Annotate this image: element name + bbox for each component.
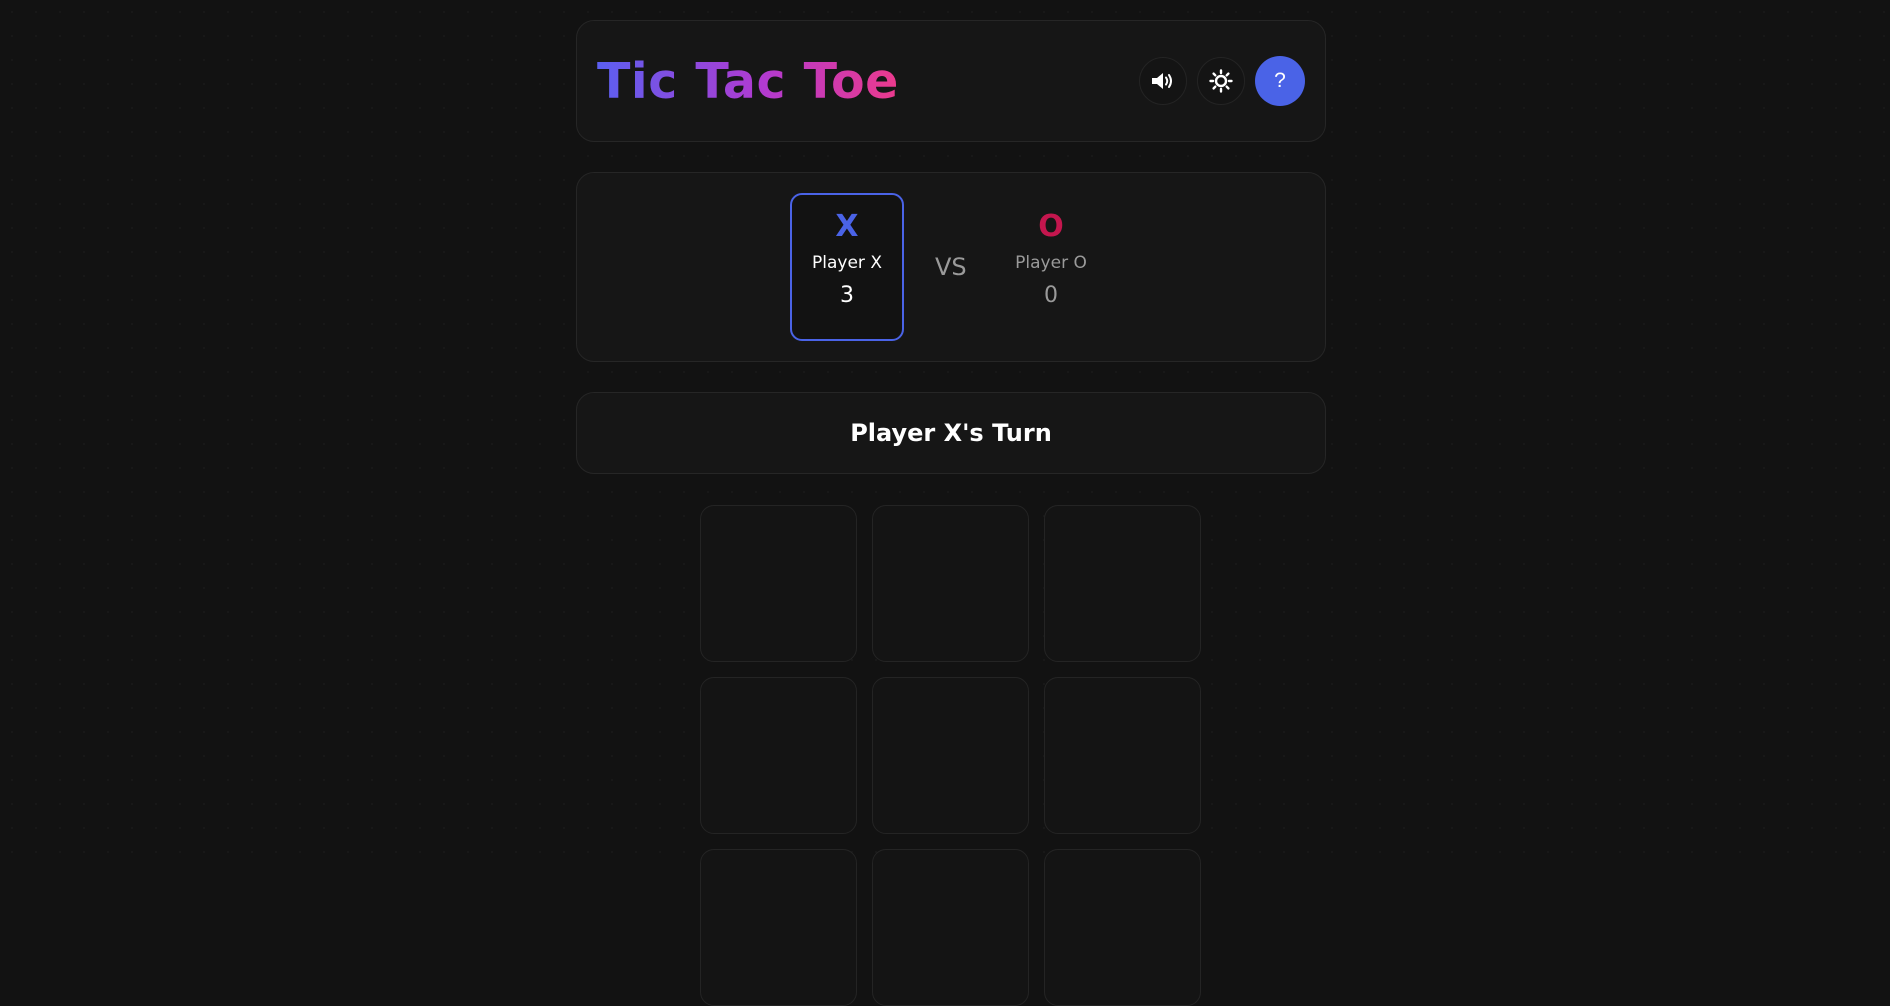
board-cell-1[interactable]: [700, 505, 857, 662]
board-cell-7[interactable]: [700, 849, 857, 1006]
board-cell-6[interactable]: [1044, 677, 1201, 834]
help-button[interactable]: ?: [1255, 56, 1305, 106]
player-o-score-card: O Player O 0: [994, 193, 1108, 341]
game-title: Tic Tac Toe: [597, 52, 899, 110]
game-container: Tic Tac Toe ? X Player X 3 VS O Player O…: [576, 20, 1326, 474]
player-x-score: 3: [840, 283, 854, 308]
board-cell-5[interactable]: [872, 677, 1029, 834]
player-x-score-card: X Player X 3: [790, 193, 904, 341]
versus-label: VS: [935, 253, 967, 281]
header-panel: Tic Tac Toe ?: [576, 20, 1326, 142]
player-x-symbol: X: [835, 209, 859, 244]
board-cell-3[interactable]: [1044, 505, 1201, 662]
speaker-volume-icon: [1152, 73, 1172, 89]
board-cell-8[interactable]: [872, 849, 1029, 1006]
board-cell-2[interactable]: [872, 505, 1029, 662]
game-board: [700, 505, 1201, 1006]
player-o-symbol: O: [1038, 209, 1064, 244]
board-cell-4[interactable]: [700, 677, 857, 834]
sun-icon: [1209, 69, 1233, 93]
theme-toggle-button[interactable]: [1197, 57, 1245, 105]
player-x-name: Player X: [812, 253, 882, 273]
scoreboard-panel: X Player X 3 VS O Player O 0: [576, 172, 1326, 362]
header-controls: ?: [1139, 56, 1305, 106]
board-cell-9[interactable]: [1044, 849, 1201, 1006]
player-o-name: Player O: [1015, 253, 1087, 273]
question-mark-icon: ?: [1274, 69, 1286, 92]
sound-toggle-button[interactable]: [1139, 57, 1187, 105]
turn-status: Player X's Turn: [576, 392, 1326, 474]
player-o-score: 0: [1044, 283, 1058, 308]
